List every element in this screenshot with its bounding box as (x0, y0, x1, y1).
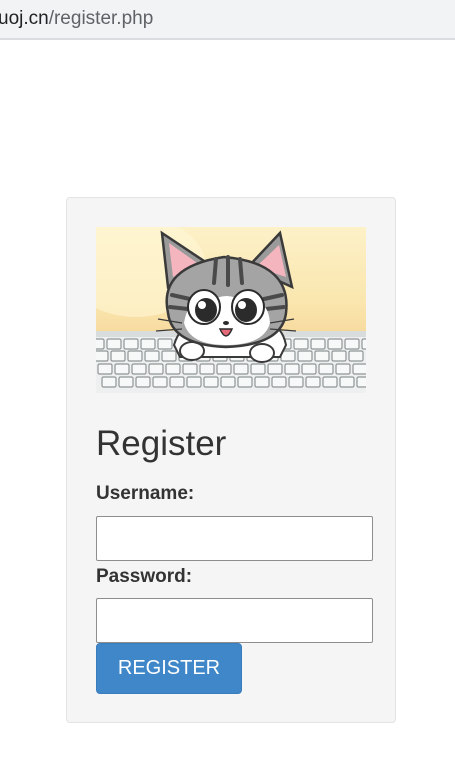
password-label: Password: (96, 566, 193, 587)
page-title: Register (96, 424, 227, 463)
register-button[interactable]: REGISTER (96, 643, 242, 694)
url-path: /register.php (48, 8, 154, 29)
url-text[interactable]: uoj.cn/register.php (0, 8, 153, 30)
username-label: Username: (96, 483, 195, 504)
url-host: uoj.cn (0, 8, 49, 29)
register-card: Register Username: Password: REGISTER (66, 197, 396, 723)
cat-keyboard-icon (96, 227, 366, 393)
username-input[interactable] (96, 516, 373, 561)
cat-keyboard-banner (96, 227, 366, 393)
password-input[interactable] (96, 598, 373, 643)
browser-address-bar[interactable]: uoj.cn/register.php (0, 0, 455, 40)
